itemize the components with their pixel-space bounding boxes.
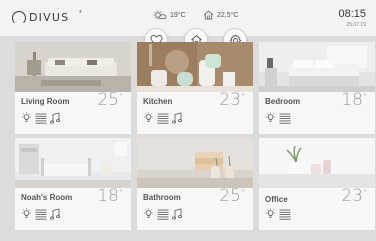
indoor-climate: 22,5°C (203, 10, 238, 20)
office-photo (259, 138, 375, 188)
light-bulb-icon[interactable] (265, 208, 276, 220)
room-name: Noah's Room (21, 193, 73, 202)
room-controls (143, 112, 182, 124)
room-temperature: 25° (97, 90, 123, 110)
room-temperature: 18° (97, 186, 123, 206)
room-card-living-room[interactable]: Living Room 25° (15, 42, 131, 134)
blinds-icon[interactable] (279, 209, 291, 220)
house-icon (203, 10, 214, 20)
room-temperature: 23° (341, 186, 367, 206)
indoor-temp: 22,5°C (217, 11, 239, 19)
room-controls (21, 208, 60, 220)
blinds-icon[interactable] (35, 113, 47, 124)
room-name: Office (265, 195, 288, 204)
logo-registered-mark: ® (79, 9, 82, 14)
blinds-icon[interactable] (279, 113, 291, 124)
logo-text: DIVUS (29, 11, 70, 24)
light-bulb-icon[interactable] (265, 112, 276, 124)
room-name: Bedroom (265, 97, 301, 106)
blinds-icon[interactable] (157, 209, 169, 220)
room-controls (21, 112, 60, 124)
blinds-icon[interactable] (35, 209, 47, 220)
blinds-icon[interactable] (157, 113, 169, 124)
clock-date: 25.07.19 (346, 22, 366, 28)
music-note-icon[interactable] (172, 112, 182, 124)
light-bulb-icon[interactable] (143, 208, 154, 220)
kitchen-photo (137, 42, 253, 92)
outdoor-weather: 19°C (153, 10, 186, 20)
sun-cloud-icon (153, 10, 167, 20)
light-bulb-icon[interactable] (21, 208, 32, 220)
room-name: Bathroom (143, 193, 181, 202)
room-card-kitchen[interactable]: Kitchen 23° (137, 42, 253, 134)
room-controls (265, 208, 291, 220)
light-bulb-icon[interactable] (21, 112, 32, 124)
room-controls (265, 112, 291, 124)
noahs-room-photo (15, 138, 131, 188)
room-name: Kitchen (143, 97, 173, 106)
room-card-bathroom[interactable]: Bathroom 25° (137, 138, 253, 230)
bedroom-photo (259, 42, 375, 92)
light-bulb-icon[interactable] (143, 112, 154, 124)
outdoor-temp: 19°C (170, 11, 186, 19)
room-card-office[interactable]: Office 23° (259, 138, 375, 230)
bathroom-photo (137, 138, 253, 188)
room-temperature: 18° (341, 90, 367, 110)
music-note-icon[interactable] (50, 112, 60, 124)
room-card-bedroom[interactable]: Bedroom 18° (259, 42, 375, 134)
room-temperature: 23° (219, 90, 245, 110)
music-note-icon[interactable] (172, 208, 182, 220)
living-room-photo (15, 42, 131, 92)
room-card-noahs-room[interactable]: Noah's Room 18° (15, 138, 131, 230)
divus-logo-icon (12, 11, 26, 25)
room-name: Living Room (21, 97, 70, 106)
room-controls (143, 208, 182, 220)
room-temperature: 25° (219, 186, 245, 206)
music-note-icon[interactable] (50, 208, 60, 220)
clock-time: 08:15 (338, 8, 366, 20)
